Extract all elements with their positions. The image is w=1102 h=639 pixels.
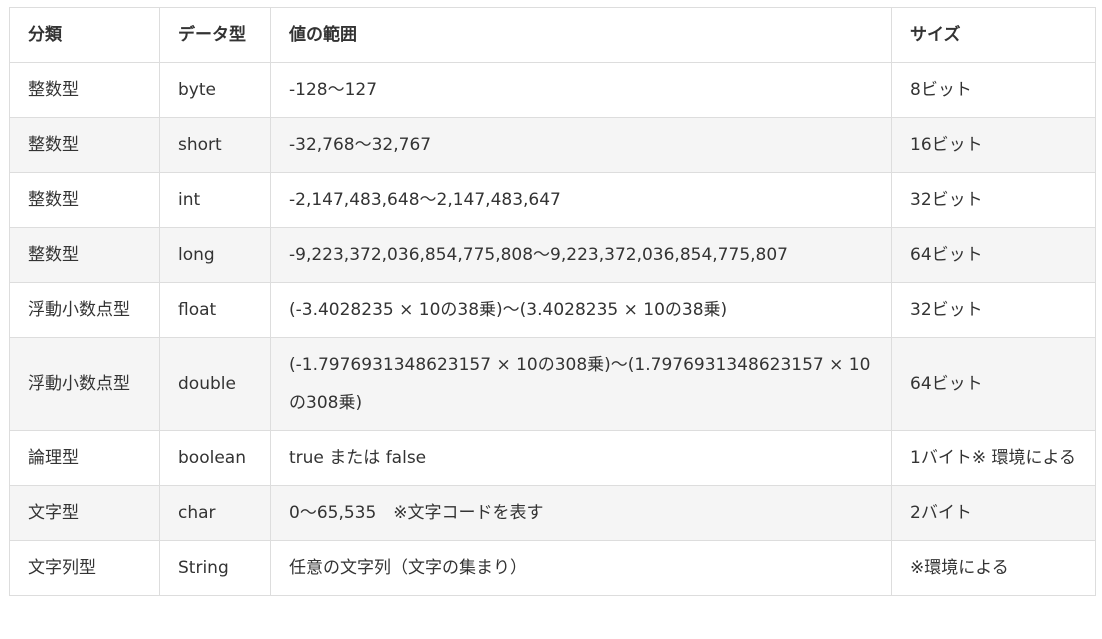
- table-row: 文字型 char 0〜65,535 ※文字コードを表す 2バイト: [9, 485, 1096, 541]
- cell-type: byte: [159, 62, 271, 118]
- cell-size: 64ビット: [891, 227, 1096, 283]
- cell-range: (-1.7976931348623157 × 10の308乗)〜(1.79769…: [270, 337, 892, 431]
- header-data-type: データ型: [159, 7, 271, 63]
- table-row: 整数型 long -9,223,372,036,854,775,808〜9,22…: [9, 227, 1096, 283]
- cell-type: int: [159, 172, 271, 228]
- cell-range: 任意の文字列（文字の集まり）: [270, 540, 892, 596]
- cell-range: (-3.4028235 × 10の38乗)〜(3.4028235 × 10の38…: [270, 282, 892, 338]
- cell-size: 32ビット: [891, 282, 1096, 338]
- cell-type: boolean: [159, 430, 271, 486]
- cell-category: 文字型: [9, 485, 160, 541]
- cell-range: -128〜127: [270, 62, 892, 118]
- cell-type: short: [159, 117, 271, 173]
- cell-range: 0〜65,535 ※文字コードを表す: [270, 485, 892, 541]
- cell-category: 論理型: [9, 430, 160, 486]
- cell-range: -9,223,372,036,854,775,808〜9,223,372,036…: [270, 227, 892, 283]
- header-size: サイズ: [891, 7, 1096, 63]
- table-row: 整数型 byte -128〜127 8ビット: [9, 62, 1096, 118]
- cell-size: ※環境による: [891, 540, 1096, 596]
- cell-range: -2,147,483,648〜2,147,483,647: [270, 172, 892, 228]
- cell-category: 文字列型: [9, 540, 160, 596]
- cell-type: float: [159, 282, 271, 338]
- cell-category: 浮動小数点型: [9, 337, 160, 431]
- cell-category: 整数型: [9, 62, 160, 118]
- cell-type: long: [159, 227, 271, 283]
- cell-size: 1バイト※ 環境による: [891, 430, 1096, 486]
- table-header-row: 分類 データ型 値の範囲 サイズ: [9, 7, 1096, 63]
- cell-range: true または false: [270, 430, 892, 486]
- table-row: 浮動小数点型 double (-1.7976931348623157 × 10の…: [9, 337, 1096, 431]
- cell-size: 32ビット: [891, 172, 1096, 228]
- cell-category: 整数型: [9, 172, 160, 228]
- cell-size: 8ビット: [891, 62, 1096, 118]
- cell-category: 整数型: [9, 227, 160, 283]
- cell-size: 2バイト: [891, 485, 1096, 541]
- table-row: 整数型 short -32,768〜32,767 16ビット: [9, 117, 1096, 173]
- cell-range: -32,768〜32,767: [270, 117, 892, 173]
- cell-type: double: [159, 337, 271, 431]
- table-row: 論理型 boolean true または false 1バイト※ 環境による: [9, 430, 1096, 486]
- data-types-table-container: 分類 データ型 値の範囲 サイズ 整数型 byte -128〜127 8ビット …: [9, 7, 1096, 596]
- cell-size: 16ビット: [891, 117, 1096, 173]
- cell-category: 浮動小数点型: [9, 282, 160, 338]
- cell-category: 整数型: [9, 117, 160, 173]
- cell-type: String: [159, 540, 271, 596]
- table-row: 整数型 int -2,147,483,648〜2,147,483,647 32ビ…: [9, 172, 1096, 228]
- header-value-range: 値の範囲: [270, 7, 892, 63]
- table-row: 浮動小数点型 float (-3.4028235 × 10の38乗)〜(3.40…: [9, 282, 1096, 338]
- cell-size: 64ビット: [891, 337, 1096, 431]
- cell-type: char: [159, 485, 271, 541]
- table-row: 文字列型 String 任意の文字列（文字の集まり） ※環境による: [9, 540, 1096, 596]
- header-category: 分類: [9, 7, 160, 63]
- data-types-table: 分類 データ型 値の範囲 サイズ 整数型 byte -128〜127 8ビット …: [9, 7, 1096, 596]
